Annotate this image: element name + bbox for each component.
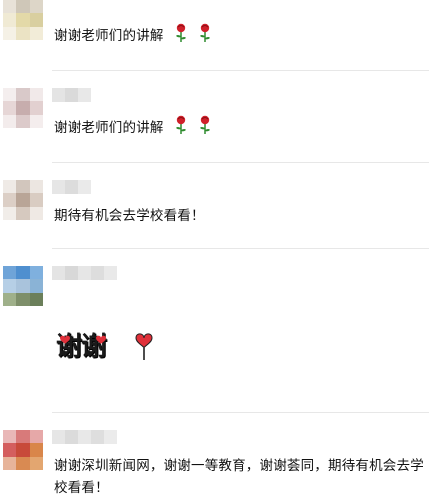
avatar[interactable]	[3, 430, 43, 470]
comment-text: 期待有机会去学校看看！	[54, 208, 205, 224]
divider	[52, 162, 429, 163]
username[interactable]	[52, 180, 91, 194]
avatar[interactable]	[3, 0, 43, 40]
comment-text: 谢谢老师们的讲解	[54, 23, 212, 50]
comment-text: 谢谢深圳新闻网，谢谢一等教育，谢谢荟同，期待有机会去学校看看！	[54, 458, 424, 496]
heart-dot-icon	[60, 329, 70, 348]
sticker: 谢谢	[56, 330, 166, 366]
divider	[52, 248, 429, 249]
heart-lollipop-icon	[134, 330, 154, 366]
rose-icon	[198, 115, 212, 142]
rose-icon	[174, 115, 188, 142]
avatar[interactable]	[3, 180, 43, 220]
comment-text: 谢谢老师们的讲解	[54, 115, 212, 142]
avatar[interactable]	[3, 266, 43, 306]
divider	[52, 412, 429, 413]
username[interactable]	[52, 88, 91, 102]
rose-icon	[198, 23, 212, 50]
username[interactable]	[52, 266, 117, 280]
avatar[interactable]	[3, 88, 43, 128]
rose-icon	[174, 23, 188, 50]
username[interactable]	[52, 430, 117, 444]
heart-dot-icon	[96, 329, 106, 348]
divider	[52, 70, 429, 71]
